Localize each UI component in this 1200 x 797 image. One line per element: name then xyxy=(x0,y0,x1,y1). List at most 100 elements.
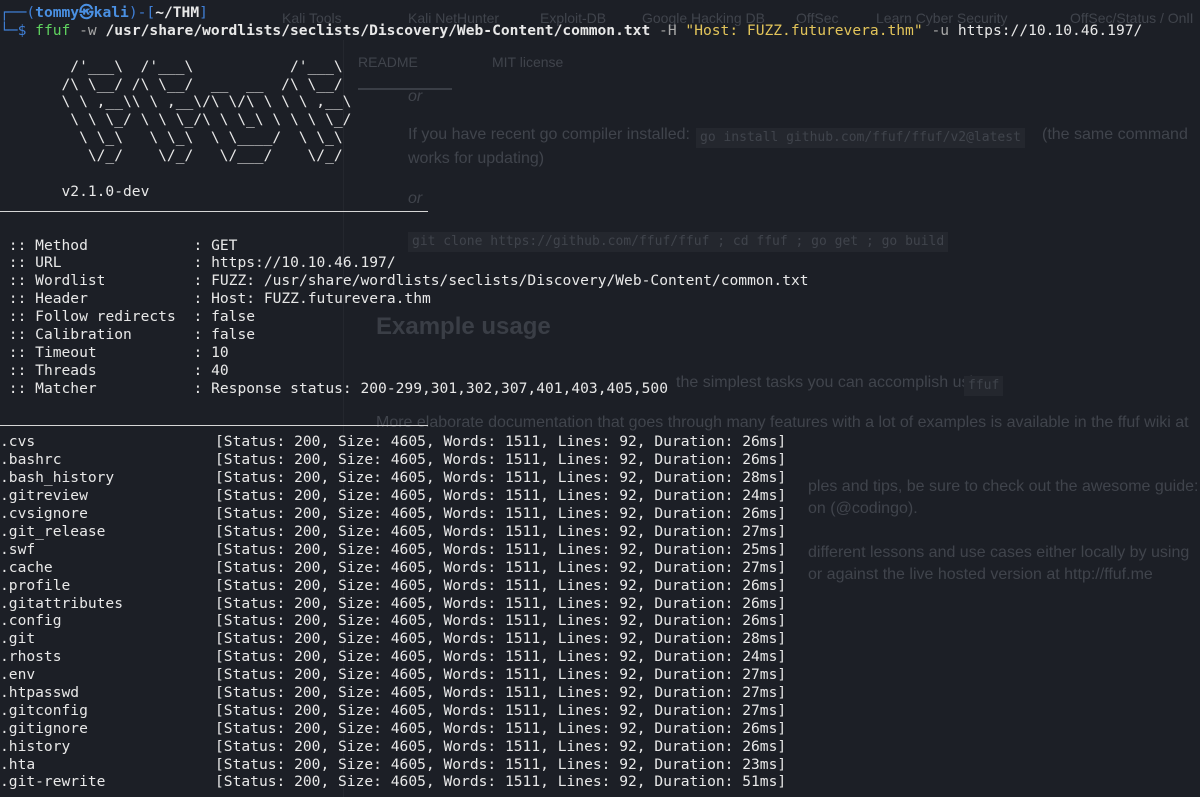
result-row: .profile [Status: 200, Size: 4605, Words:… xyxy=(0,577,1142,595)
config-colon: : xyxy=(184,308,212,326)
result-punctuation: , Duration: xyxy=(636,612,743,630)
result-punctuation: Status: xyxy=(223,558,295,576)
result-punctuation: , Size: xyxy=(320,576,391,594)
result-punctuation: ] xyxy=(777,469,787,487)
result-words: 1511 xyxy=(504,540,541,558)
result-lines: 92 xyxy=(619,576,637,594)
result-status: 200 xyxy=(294,469,321,487)
result-punctuation: [ xyxy=(215,558,224,576)
banner-art-line: \ \ \_/ \ \ \_/\ \ \_\ \ \ \ \_/ xyxy=(0,111,405,129)
result-row: .history [Status: 200, Size: 4605, Words:… xyxy=(0,738,1142,756)
result-status: 200 xyxy=(294,433,321,451)
ffuf-banner: /'___\ /'___\ /'___\ /\ \__/ /\ \__/ __ … xyxy=(0,58,1142,165)
result-size: 4605 xyxy=(390,594,426,612)
terminal-window[interactable]: Kali Tools Kali NetHunter Exploit-DB Goo… xyxy=(0,0,1200,797)
config-prefix: :: xyxy=(0,326,36,344)
result-status: 200 xyxy=(294,666,321,684)
result-punctuation: , Size: xyxy=(320,683,391,701)
result-punctuation: Status: xyxy=(223,433,295,451)
result-name: .git_release xyxy=(0,522,106,540)
result-words: 1511 xyxy=(504,451,541,469)
result-punctuation: , Words: xyxy=(425,540,505,558)
result-punctuation: ] xyxy=(777,773,787,791)
result-punctuation: , Duration: xyxy=(636,630,743,648)
result-punctuation: , Duration: xyxy=(636,666,743,684)
result-punctuation: , Words: xyxy=(425,666,505,684)
result-name: .swf xyxy=(0,540,36,558)
result-punctuation: , Size: xyxy=(320,630,391,648)
result-punctuation: , Words: xyxy=(425,522,505,540)
result-lines: 92 xyxy=(619,630,637,648)
result-words: 1511 xyxy=(504,773,541,791)
result-row: .git_release [Status: 200, Size: 4605, Wo… xyxy=(0,523,1142,541)
result-punctuation: Status: xyxy=(223,630,295,648)
result-punctuation: , Duration: xyxy=(636,719,743,737)
result-status: 200 xyxy=(294,737,321,755)
result-punctuation: , Duration: xyxy=(636,540,743,558)
result-words: 1511 xyxy=(504,487,541,505)
result-name: .git xyxy=(0,630,36,648)
result-punctuation: [ xyxy=(215,451,224,469)
result-lines: 92 xyxy=(619,433,637,451)
result-duration: 28ms xyxy=(742,469,778,487)
result-status: 200 xyxy=(294,648,321,666)
result-punctuation: , Lines: xyxy=(540,612,620,630)
result-punctuation: , Duration: xyxy=(636,737,743,755)
result-name: .cache xyxy=(0,558,53,576)
result-punctuation: , Lines: xyxy=(540,701,620,719)
result-punctuation: , Words: xyxy=(425,683,505,701)
result-size: 4605 xyxy=(390,737,426,755)
result-status: 200 xyxy=(294,755,321,773)
config-prefix: :: xyxy=(0,272,36,290)
config-row: :: URL : https://10.10.46.197/ xyxy=(0,254,1142,272)
result-punctuation: , Lines: xyxy=(540,522,620,540)
config-row: :: Follow redirects : false xyxy=(0,308,1142,326)
result-duration: 26ms xyxy=(742,433,778,451)
result-punctuation: , Lines: xyxy=(540,540,620,558)
config-value: https://10.10.46.197/ xyxy=(211,254,396,272)
result-size: 4605 xyxy=(390,683,426,701)
result-words: 1511 xyxy=(504,755,541,773)
result-duration: 26ms xyxy=(742,737,778,755)
result-name: .cvsignore xyxy=(0,505,88,523)
config-colon: : xyxy=(184,343,212,361)
result-lines: 92 xyxy=(619,612,637,630)
result-punctuation: Status: xyxy=(223,755,295,773)
config-key: Threads xyxy=(35,361,97,379)
result-punctuation: ] xyxy=(777,594,787,612)
result-duration: 24ms xyxy=(742,648,778,666)
result-name: .git-rewrite xyxy=(0,773,106,791)
result-punctuation: ] xyxy=(777,719,787,737)
config-colon: : xyxy=(184,326,212,344)
config-row: :: Timeout : 10 xyxy=(0,344,1142,362)
result-punctuation: , Duration: xyxy=(636,683,743,701)
result-row: .git-rewrite [Status: 200, Size: 4605, Wo… xyxy=(0,773,1142,791)
terminal-output[interactable]: ┌──(tommy㉿kali)-[~/THM] └─$ ffuf -w /usr… xyxy=(0,4,1142,791)
result-punctuation: , Size: xyxy=(320,505,391,523)
result-punctuation: Status: xyxy=(223,773,295,791)
result-status: 200 xyxy=(294,594,321,612)
result-duration: 26ms xyxy=(742,451,778,469)
result-name: .htpasswd xyxy=(0,683,80,701)
result-name: .cvs xyxy=(0,433,36,451)
config-row: :: Threads : 40 xyxy=(0,362,1142,380)
result-punctuation: , Duration: xyxy=(636,522,743,540)
result-punctuation: ] xyxy=(777,433,787,451)
prompt-frame-end: ] xyxy=(199,4,208,21)
result-lines: 92 xyxy=(619,666,637,684)
result-size: 4605 xyxy=(390,576,426,594)
result-name: .env xyxy=(0,666,36,684)
result-punctuation: , Size: xyxy=(320,558,391,576)
result-duration: 27ms xyxy=(742,666,778,684)
result-lines: 92 xyxy=(619,594,637,612)
result-punctuation: , Lines: xyxy=(540,648,620,666)
result-punctuation: , Lines: xyxy=(540,683,620,701)
banner-art-line: /\ \__/ /\ \__/ __ __ /\ \__/ xyxy=(0,75,405,93)
result-punctuation: ] xyxy=(777,576,787,594)
result-name: .gitattributes xyxy=(0,594,124,612)
result-words: 1511 xyxy=(504,612,541,630)
result-status: 200 xyxy=(294,558,321,576)
result-punctuation: , Words: xyxy=(425,755,505,773)
